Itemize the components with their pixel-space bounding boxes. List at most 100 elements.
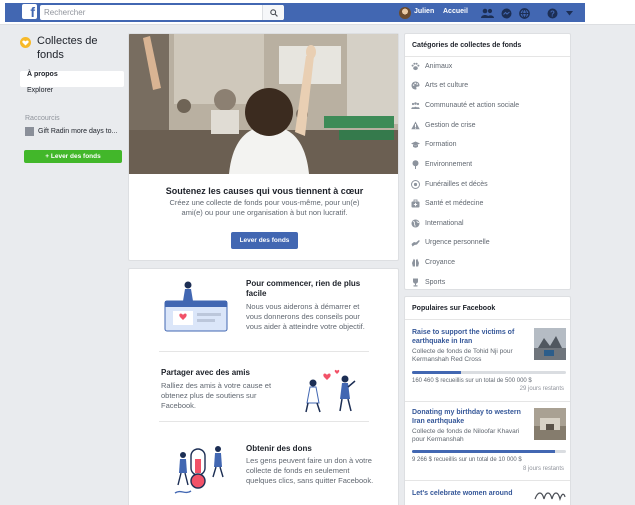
profile-name-link[interactable]: Julien <box>414 8 434 15</box>
classroom-photo <box>129 34 398 174</box>
category-animals[interactable]: Animaux <box>411 60 452 72</box>
divider <box>405 480 570 481</box>
account-menu-chevron-down-icon[interactable] <box>562 6 576 20</box>
tip-body-get-donations: Les gens peuvent faire un don à votre co… <box>246 456 374 485</box>
fundraiser-thumbnail[interactable] <box>534 489 566 505</box>
sidebar-item-explore[interactable]: Explorer <box>20 87 124 103</box>
divider <box>159 351 369 352</box>
category-sports[interactable]: Sports <box>411 276 445 288</box>
search-input[interactable] <box>40 5 260 20</box>
raise-money-sidebar-button[interactable]: + Lever des fonds <box>24 150 122 163</box>
globe-icon <box>411 219 420 228</box>
fundraiser-title[interactable]: Donating my birthday to western Iran ear… <box>412 408 530 426</box>
category-label: Formation <box>425 140 457 148</box>
notifications-globe-icon[interactable] <box>517 6 531 20</box>
tip-title-get-donations: Obtenir des dons <box>246 444 312 453</box>
graduation-cap-icon <box>411 140 420 149</box>
getting-started-illustration-icon <box>164 281 228 332</box>
friend-requests-icon[interactable] <box>480 6 494 20</box>
shortcut-item-label: Gift Radin more days to... <box>38 128 118 135</box>
category-label: International <box>425 219 464 227</box>
category-personal-emergency[interactable]: Urgence personnelle <box>411 236 490 248</box>
divider <box>405 319 570 320</box>
tip-body-share: Ralliez des amis à votre cause et obtene… <box>161 381 272 410</box>
categories-title: Catégories de collectes de fonds <box>412 42 522 49</box>
category-label: Funérailles et décès <box>425 180 488 188</box>
hero-heading: Soutenez les causes qui vous tiennent à … <box>165 186 364 196</box>
category-community[interactable]: Communauté et action sociale <box>411 99 519 111</box>
search-button[interactable] <box>262 5 284 20</box>
tip-title-getting-started: Pour commencer, rien de plus facile <box>246 279 361 298</box>
page-title-row: Collectes de fonds <box>20 34 124 62</box>
people-icon <box>411 101 420 110</box>
shortcut-item[interactable]: Gift Radin more days to... <box>20 127 124 136</box>
fundraiser-title[interactable]: Raise to support the victims of earthqua… <box>412 328 530 346</box>
fundraiser-days-left: 8 jours restants <box>522 466 564 472</box>
flower-icon <box>411 179 420 189</box>
search-icon <box>269 8 278 17</box>
category-label: Arts et culture <box>425 81 469 89</box>
divider <box>405 401 570 402</box>
fundraiser-title[interactable]: Let's celebrate women around <box>412 489 530 498</box>
fundraiser-raised-amount: 9 266 $ recueillis sur un total de 10 00… <box>412 457 522 463</box>
left-sidebar: Collectes de fonds À propos Explorer Rac… <box>20 34 124 163</box>
fundraiser-progress-fill <box>412 450 556 453</box>
tip-body-getting-started: Nous vous aiderons à démarrer et vous do… <box>246 302 365 331</box>
fundraiser-organizer: Collecte de fonds de Niloofar Khavari po… <box>412 428 520 443</box>
share-friends-illustration-icon <box>305 369 356 413</box>
fundraiser-organizer: Collecte de fonds de Tohid Nji pour Kerm… <box>412 348 513 363</box>
messenger-icon[interactable] <box>499 6 513 20</box>
fundraiser-thumbnail[interactable] <box>534 328 566 360</box>
get-donations-illustration-icon <box>174 446 224 494</box>
fundraiser-thumbnail[interactable] <box>534 408 566 440</box>
divider <box>159 421 369 422</box>
top-navigation-bar: f Julien Accueil ? <box>0 0 635 25</box>
svg-text:?: ? <box>550 9 555 18</box>
popular-fundraisers-card: Populaires sur Facebook Raise to support… <box>404 296 571 505</box>
tip-title-share: Partager avec des amis <box>161 368 250 377</box>
category-environment[interactable]: Environnement <box>411 158 472 170</box>
category-label: Environnement <box>425 160 473 168</box>
fundraiser-progress-fill <box>412 371 462 374</box>
hand-icon <box>411 238 420 247</box>
tree-icon <box>411 159 420 169</box>
category-arts-culture[interactable]: Arts et culture <box>411 79 468 91</box>
category-label: Urgence personnelle <box>425 238 490 246</box>
warning-icon <box>411 121 420 130</box>
palette-icon <box>411 81 420 90</box>
category-crisis-relief[interactable]: Gestion de crise <box>411 119 476 131</box>
help-icon[interactable]: ? <box>545 6 559 20</box>
fundraiser-coin-icon <box>20 37 31 48</box>
hands-icon <box>411 258 420 267</box>
category-funerals[interactable]: Funérailles et décès <box>411 178 488 190</box>
fundraiser-raised-amount: 160 460 $ recueillis sur un total de 500… <box>412 378 532 384</box>
category-label: Santé et médecine <box>425 199 484 207</box>
shortcut-thumbnail-icon <box>25 127 34 136</box>
trophy-icon <box>411 278 420 287</box>
left-nav: À propos Explorer <box>20 71 124 103</box>
medical-kit-icon <box>411 199 420 208</box>
search-box <box>40 5 283 20</box>
category-label: Croyance <box>425 258 455 266</box>
hero-card: Soutenez les causes qui vous tiennent à … <box>128 33 399 261</box>
divider <box>405 56 570 57</box>
category-label: Communauté et action sociale <box>425 101 520 109</box>
category-label: Animaux <box>425 62 453 70</box>
category-education[interactable]: Formation <box>411 138 457 150</box>
category-label: Gestion de crise <box>425 121 476 129</box>
raise-money-button[interactable]: Lever des fonds <box>231 232 298 249</box>
paw-icon <box>411 62 420 71</box>
category-faith[interactable]: Croyance <box>411 256 455 268</box>
hero-description: Créez une collecte de fonds pour vous-mê… <box>169 198 360 217</box>
home-link[interactable]: Accueil <box>443 8 468 15</box>
category-health[interactable]: Santé et médecine <box>411 197 483 209</box>
sidebar-item-about[interactable]: À propos <box>20 71 124 87</box>
category-label: Sports <box>425 278 446 286</box>
shortcuts-header: Raccourcis <box>25 115 60 122</box>
category-international[interactable]: International <box>411 217 464 229</box>
facebook-logo-icon[interactable]: f <box>22 4 37 19</box>
avatar[interactable] <box>399 7 411 19</box>
fundraiser-days-left: 29 jours restants <box>519 386 564 392</box>
popular-title: Populaires sur Facebook <box>412 305 496 312</box>
fundraiser-progress-bar <box>412 450 566 453</box>
